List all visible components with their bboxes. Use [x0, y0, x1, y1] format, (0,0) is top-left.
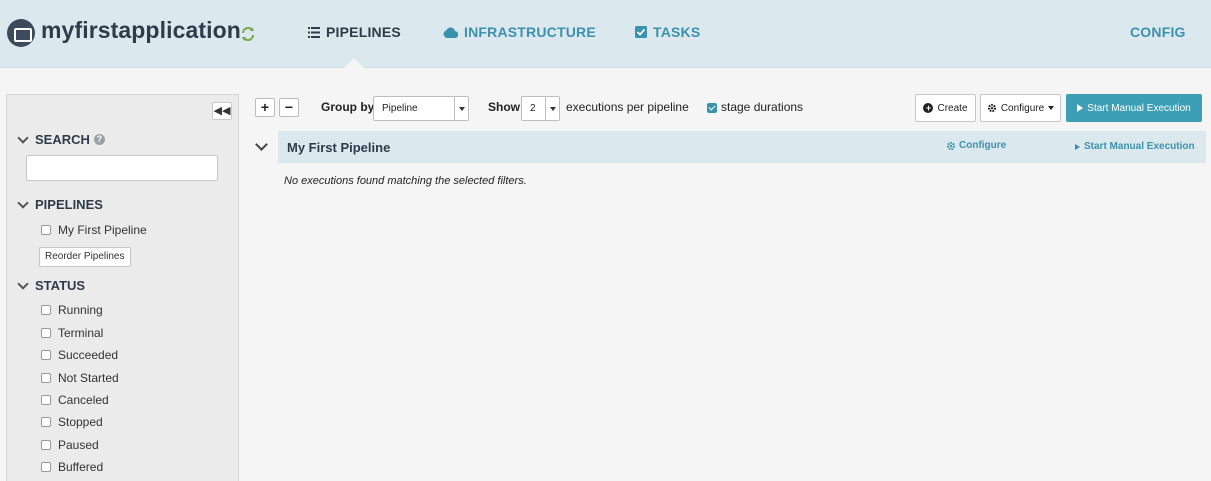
collapse-sidebar-button[interactable]: ◀◀	[212, 102, 232, 120]
status-label: Succeeded	[58, 348, 119, 362]
status-label: Paused	[58, 438, 99, 452]
search-section-header[interactable]: SEARCH ?	[17, 131, 105, 147]
nav-tab-pipelines[interactable]: PIPELINES	[308, 24, 401, 40]
start-manual-execution-button[interactable]: Start Manual Execution	[1066, 94, 1202, 122]
caret-down-icon	[1048, 106, 1055, 110]
status-label: Terminal	[58, 326, 104, 340]
reorder-pipelines-button[interactable]: Reorder Pipelines	[39, 247, 131, 267]
list-icon	[308, 26, 320, 38]
status-filter-stopped[interactable]: Stopped	[41, 415, 103, 429]
nav-label: TASKS	[653, 24, 701, 40]
status-label: Canceled	[58, 393, 109, 407]
gear-icon	[946, 141, 956, 150]
group-by-select[interactable]: Pipeline	[373, 96, 469, 121]
stage-durations-label[interactable]: stage durations	[721, 100, 803, 114]
pipeline-filter-item[interactable]: My First Pipeline	[41, 223, 147, 237]
pipeline-name: My First Pipeline	[287, 140, 391, 155]
nav-label: INFRASTRUCTURE	[464, 24, 596, 40]
status-section-header[interactable]: STATUS	[17, 277, 86, 293]
configure-label: Configure	[1000, 102, 1045, 114]
show-label: Show	[488, 100, 520, 114]
filter-sidebar: ◀◀ SEARCH ? PIPELINES My First Pipeline …	[6, 94, 239, 481]
checkbox[interactable]	[41, 395, 51, 405]
status-filter-buffered[interactable]: Buffered	[41, 460, 103, 474]
start-manual-label: Start Manual Execution	[1087, 102, 1191, 114]
status-label: Stopped	[58, 415, 103, 429]
status-filter-canceled[interactable]: Canceled	[41, 393, 109, 407]
create-button[interactable]: + Create	[915, 94, 976, 122]
status-filter-not-started[interactable]: Not Started	[41, 371, 119, 385]
checkbox[interactable]	[41, 225, 51, 235]
app-header: myfirstapplication PIPELINES INFRASTRUCT…	[0, 0, 1211, 69]
section-title: SEARCH	[35, 132, 90, 147]
status-filter-succeeded[interactable]: Succeeded	[41, 348, 118, 362]
pipeline-filter-label: My First Pipeline	[58, 223, 147, 237]
show-count-value: 2	[530, 103, 536, 114]
show-count-select[interactable]: 2	[521, 96, 560, 121]
checkbox[interactable]	[41, 373, 51, 383]
collapse-all-button[interactable]: −	[279, 98, 299, 117]
checkbox-icon	[635, 26, 647, 38]
checkbox[interactable]	[41, 328, 51, 338]
app-title[interactable]: myfirstapplication	[41, 17, 241, 44]
group-by-value: Pipeline	[382, 103, 418, 114]
active-tab-indicator	[343, 58, 365, 69]
checkbox[interactable]	[41, 440, 51, 450]
cloud-icon	[443, 27, 458, 38]
play-icon	[1077, 104, 1084, 112]
status-label: Buffered	[58, 460, 104, 474]
status-filter-terminal[interactable]: Terminal	[41, 326, 103, 340]
checkbox[interactable]	[41, 350, 51, 360]
nav-tab-tasks[interactable]: TASKS	[635, 24, 700, 40]
play-icon	[1075, 143, 1080, 150]
dropdown-arrow-icon	[545, 97, 559, 120]
section-title: PIPELINES	[35, 197, 103, 212]
nav-label: CONFIG	[1130, 24, 1186, 40]
create-label: Create	[937, 102, 968, 114]
group-by-label: Group by	[321, 100, 375, 114]
pipeline-configure-link[interactable]: Configure	[946, 140, 1006, 151]
status-filter-running[interactable]: Running	[41, 303, 103, 317]
nav-label: PIPELINES	[326, 24, 401, 40]
configure-dropdown-button[interactable]: Configure	[980, 94, 1061, 122]
help-icon[interactable]: ?	[93, 134, 105, 145]
pipelines-section-header[interactable]: PIPELINES	[17, 196, 103, 212]
pipeline-configure-label: Configure	[959, 140, 1007, 151]
pipeline-start-manual-label: Start Manual Execution	[1084, 141, 1195, 152]
gear-icon	[987, 103, 996, 113]
app-icon	[7, 19, 35, 47]
checkbox[interactable]	[41, 462, 51, 472]
checkbox[interactable]	[41, 305, 51, 315]
executions-per-pipeline-label: executions per pipeline	[566, 100, 689, 114]
nav-tab-config[interactable]: CONFIG	[1130, 24, 1186, 40]
status-filter-paused[interactable]: Paused	[41, 438, 99, 452]
checkbox[interactable]	[41, 417, 51, 427]
refresh-icon[interactable]	[240, 26, 256, 42]
chevron-down-icon	[17, 131, 29, 144]
pipeline-header: My First Pipeline Configure Start Manual…	[278, 131, 1206, 163]
pipeline-start-manual-execution-link[interactable]: Start Manual Execution	[1075, 141, 1195, 152]
chevron-down-icon	[17, 196, 29, 209]
search-input[interactable]	[26, 155, 218, 181]
empty-executions-message: No executions found matching the selecte…	[284, 175, 527, 187]
status-label: Not Started	[58, 371, 119, 385]
section-title: STATUS	[35, 278, 86, 293]
expand-all-button[interactable]: +	[255, 98, 275, 117]
chevron-down-icon[interactable]	[255, 138, 268, 151]
stage-durations-checkbox[interactable]	[707, 103, 717, 113]
chevron-down-icon	[17, 277, 29, 290]
status-label: Running	[58, 303, 103, 317]
nav-tab-infrastructure[interactable]: INFRASTRUCTURE	[443, 24, 596, 40]
dropdown-arrow-icon	[454, 97, 468, 120]
plus-circle-icon: +	[923, 103, 934, 113]
